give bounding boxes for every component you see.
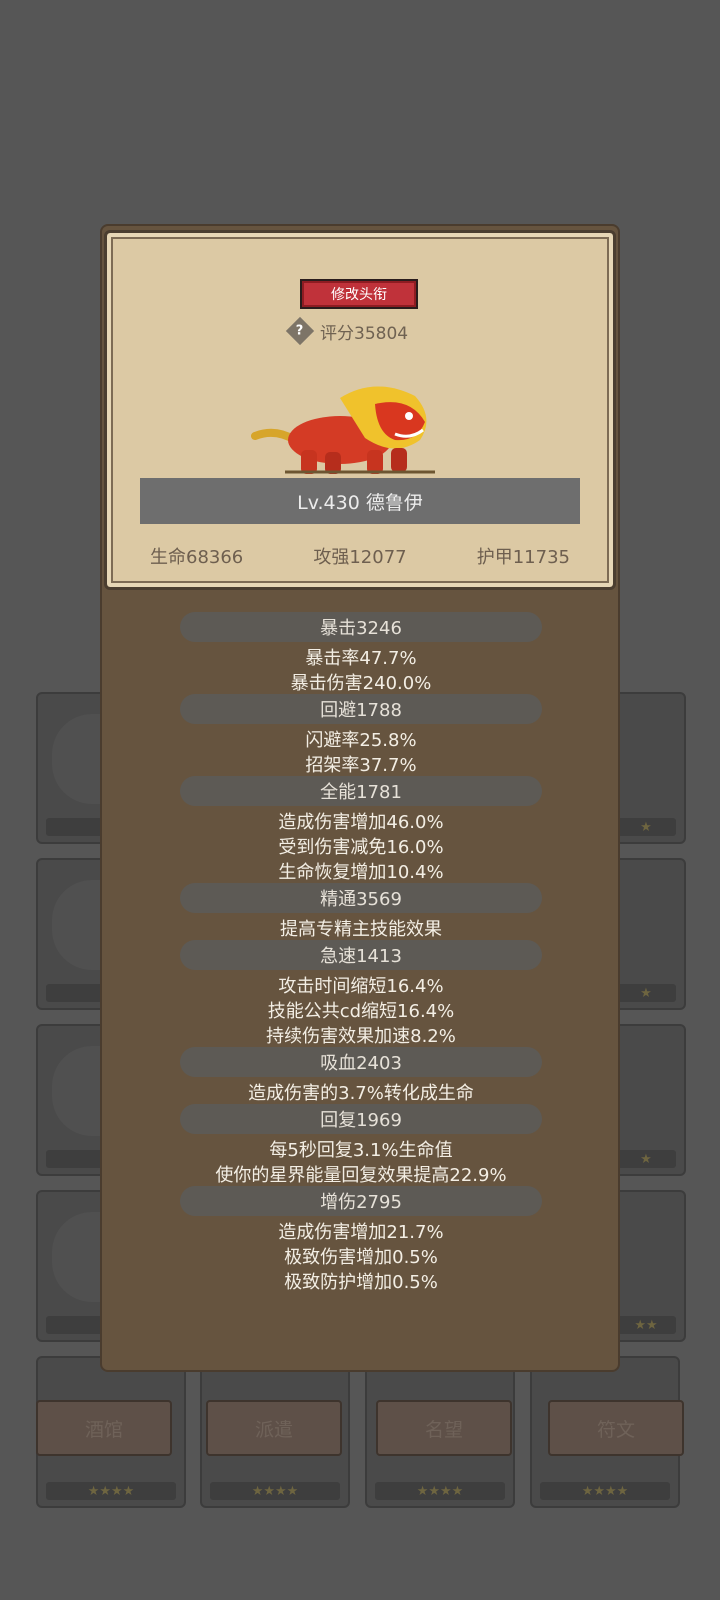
- attr-line: 受到伤害减免16.0%: [278, 836, 444, 858]
- base-stats-row: 生命68366 攻强12077 护甲11735: [150, 540, 570, 572]
- attr-head: 回复1969: [180, 1104, 542, 1134]
- star-rating: ★★★★: [540, 1482, 670, 1500]
- attr-group-crit: 暴击3246 暴击率47.7% 暴击伤害240.0%: [180, 612, 542, 694]
- star-rating: ★: [616, 984, 676, 1002]
- attr-head: 急速1413: [180, 940, 542, 970]
- star-rating: ★★★★: [375, 1482, 505, 1500]
- attr-head: 回避1788: [180, 694, 542, 724]
- hero-name-bar: Lv.430 德鲁伊: [140, 478, 580, 524]
- attr-line: 极致防护增加0.5%: [284, 1271, 438, 1293]
- stat-attack: 攻强12077: [313, 547, 407, 568]
- attr-line: 每5秒回复3.1%生命值: [269, 1139, 453, 1161]
- attr-head: 吸血2403: [180, 1047, 542, 1077]
- attr-head: 全能1781: [180, 776, 542, 806]
- attr-line: 闪避率25.8%: [305, 729, 417, 751]
- tab-dispatch[interactable]: 派遣: [206, 1400, 342, 1456]
- attr-group-mastery: 精通3569 提高专精主技能效果: [180, 883, 542, 940]
- help-icon[interactable]: ?: [285, 316, 315, 346]
- star-rating: ★★★★: [210, 1482, 340, 1500]
- hero-level-name: Lv.430 德鲁伊: [297, 491, 423, 514]
- score-row: ? 评分35804: [285, 316, 409, 346]
- attr-head: 精通3569: [180, 883, 542, 913]
- attr-line: 暴击伤害240.0%: [290, 672, 432, 694]
- star-rating: ★★★★: [46, 1482, 176, 1500]
- attr-line: 技能公共cd缩短16.4%: [267, 1000, 455, 1022]
- attr-group-damage-bonus: 增伤2795 造成伤害增加21.7% 极致伤害增加0.5% 极致防护增加0.5%: [180, 1186, 542, 1293]
- attr-head: 增伤2795: [180, 1186, 542, 1216]
- attr-line: 造成伤害增加46.0%: [278, 811, 444, 833]
- star-rating: ★: [616, 1150, 676, 1168]
- attr-group-leech: 吸血2403 造成伤害的3.7%转化成生命: [180, 1047, 542, 1104]
- attr-line: 攻击时间缩短16.4%: [278, 975, 444, 997]
- stat-armor: 护甲11735: [476, 547, 570, 568]
- attr-line: 生命恢复增加10.4%: [278, 861, 444, 883]
- tab-runes[interactable]: 符文: [548, 1400, 684, 1456]
- star-rating: ★★: [616, 1316, 676, 1334]
- attr-line: 持续伤害效果加速8.2%: [266, 1025, 456, 1047]
- attr-line: 使你的星界能量回复效果提高22.9%: [215, 1164, 507, 1186]
- attr-line: 造成伤害增加21.7%: [278, 1221, 444, 1243]
- change-title-button[interactable]: 修改头衔: [300, 279, 418, 309]
- attr-line: 极致伤害增加0.5%: [284, 1246, 438, 1268]
- attr-line: 造成伤害的3.7%转化成生命: [248, 1082, 474, 1104]
- attr-group-recovery: 回复1969 每5秒回复3.1%生命值 使你的星界能量回复效果提高22.9%: [180, 1104, 542, 1186]
- score-label: 评分35804: [320, 323, 409, 344]
- stat-hp: 生命68366: [150, 547, 244, 568]
- attr-line: 提高专精主技能效果: [280, 918, 442, 940]
- attr-group-haste: 急速1413 攻击时间缩短16.4% 技能公共cd缩短16.4% 持续伤害效果加…: [180, 940, 542, 1047]
- tab-fame[interactable]: 名望: [376, 1400, 512, 1456]
- druid-lion-sprite: [251, 386, 435, 474]
- attr-group-evasion: 回避1788 闪避率25.8% 招架率37.7%: [180, 694, 542, 776]
- attr-line: 暴击率47.7%: [305, 647, 417, 669]
- star-rating: ★: [616, 818, 676, 836]
- tab-tavern[interactable]: 酒馆: [36, 1400, 172, 1456]
- attr-group-versatility: 全能1781 造成伤害增加46.0% 受到伤害减免16.0% 生命恢复增加10.…: [180, 776, 542, 883]
- attribute-list: 暴击3246 暴击率47.7% 暴击伤害240.0% 回避1788 闪避率25.…: [180, 612, 542, 1293]
- attr-line: 招架率37.7%: [305, 754, 417, 776]
- attr-head: 暴击3246: [180, 612, 542, 642]
